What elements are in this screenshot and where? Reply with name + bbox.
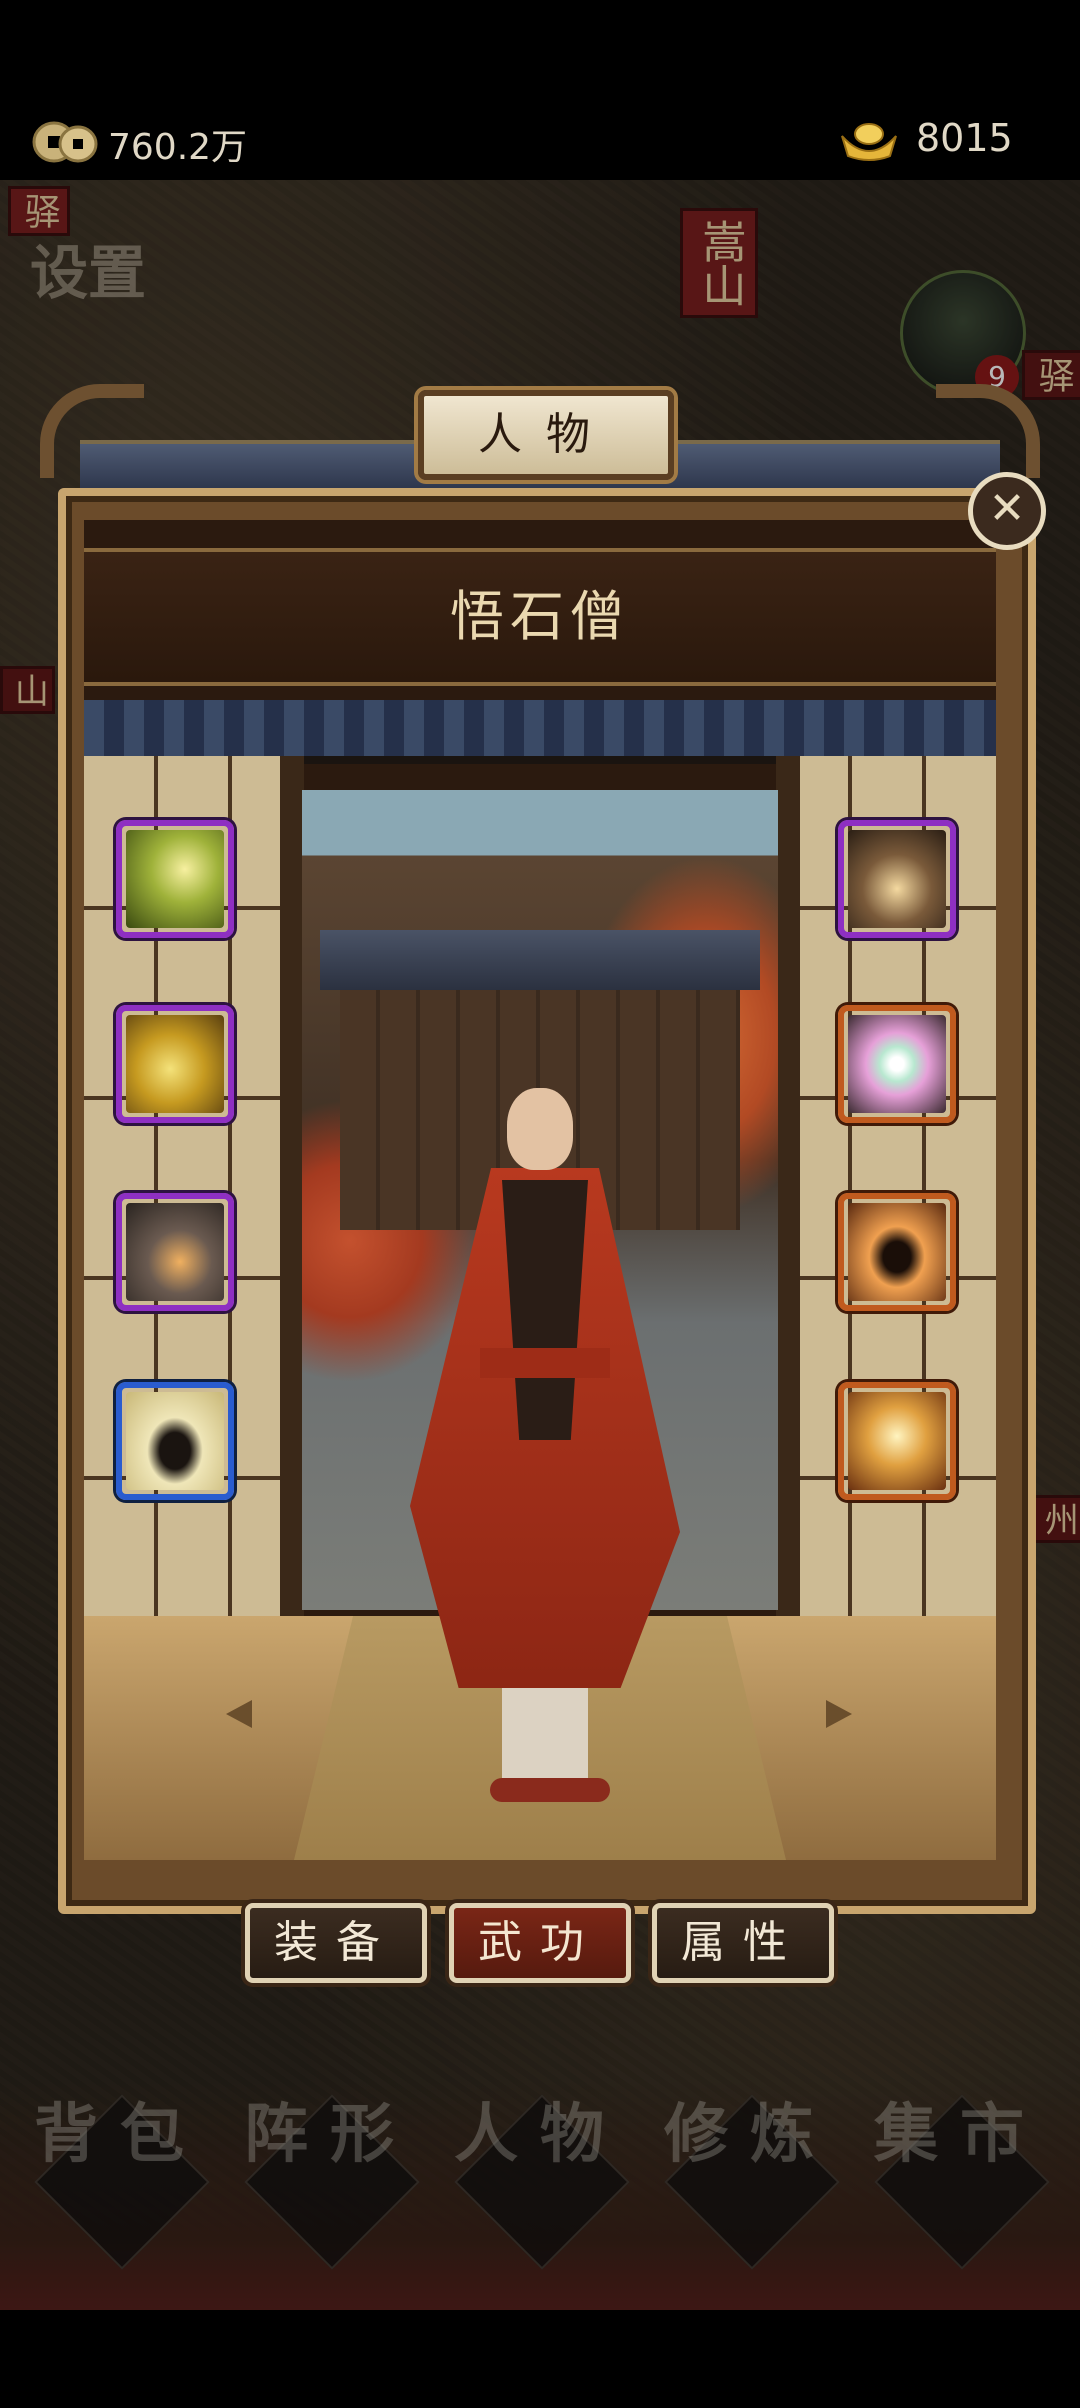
golden-orb-skill-icon	[126, 1015, 224, 1113]
close-button[interactable]: ✕	[968, 472, 1046, 550]
modal-title: 人物	[418, 390, 674, 480]
skill-slot-right-2[interactable]	[838, 1005, 956, 1123]
door-post	[280, 756, 304, 1616]
tab-equipment[interactable]: 装备	[245, 1903, 427, 1983]
skill-slot-left-4[interactable]	[116, 1382, 234, 1500]
skill-slot-right-3[interactable]	[838, 1193, 956, 1311]
eave-decoration	[84, 700, 996, 764]
next-character-arrow-icon[interactable]	[826, 1700, 852, 1728]
resource-bar: 760.2万 8015	[0, 0, 1080, 180]
door-post	[776, 756, 800, 1616]
monk-sash	[480, 1348, 610, 1378]
skill-slot-right-1[interactable]	[838, 820, 956, 938]
tab-martial-arts[interactable]: 武功	[449, 1903, 631, 1983]
monk-legs	[502, 1688, 588, 1788]
skill-slot-left-2[interactable]	[116, 1005, 234, 1123]
tab-attributes[interactable]: 属性	[652, 1903, 834, 1983]
skill-slot-left-1[interactable]	[116, 820, 234, 938]
fire-silhouette-skill-icon	[848, 1203, 946, 1301]
roaring-lion-skill-icon	[126, 1203, 224, 1301]
character-portrait[interactable]	[390, 1088, 700, 1808]
skill-slot-right-4[interactable]	[838, 1382, 956, 1500]
previous-character-arrow-icon[interactable]	[226, 1700, 252, 1728]
spinning-monk-skill-icon	[848, 830, 946, 928]
praying-hands-skill-icon	[126, 830, 224, 928]
bottom-bar	[0, 2310, 1080, 2408]
character-name: 悟石僧	[84, 548, 996, 686]
close-icon: ✕	[988, 483, 1026, 534]
copper-coins-icon	[32, 121, 98, 163]
silhouette-skill-icon	[126, 1392, 224, 1490]
temple-roof	[320, 930, 760, 990]
yin-yang-orbs-skill-icon	[848, 1015, 946, 1113]
palm-strike-skill-icon	[848, 1392, 946, 1490]
ingot-amount: 8015	[916, 116, 1013, 160]
monk-feet	[490, 1778, 610, 1802]
monk-head	[507, 1088, 573, 1170]
skill-slot-left-3[interactable]	[116, 1193, 234, 1311]
coin-amount: 760.2万	[108, 127, 248, 168]
gold-ingot-icon	[841, 123, 897, 161]
